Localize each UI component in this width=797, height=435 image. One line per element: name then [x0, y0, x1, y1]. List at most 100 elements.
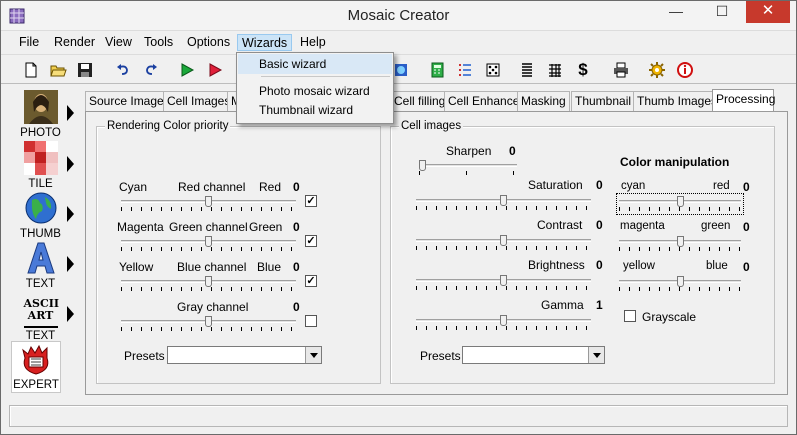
- undo-icon[interactable]: [113, 60, 133, 80]
- sidebar-label: EXPERT: [13, 379, 59, 391]
- tile-grid-icon: [23, 141, 58, 175]
- presets-label: Presets: [124, 349, 165, 363]
- row-left-label: Cyan: [119, 180, 148, 194]
- red-channel-slider[interactable]: [121, 196, 296, 212]
- row-mid-label: Green channel: [169, 220, 248, 234]
- checklist-icon[interactable]: [455, 60, 475, 80]
- cell-presets-select[interactable]: [462, 346, 605, 364]
- globe-small-icon[interactable]: [391, 60, 411, 80]
- sidebar-label: TEXT: [25, 278, 56, 290]
- sharpen-slider[interactable]: [419, 160, 517, 176]
- menu-help[interactable]: Help: [296, 34, 330, 51]
- sidebar-item-expert[interactable]: EXPERT: [11, 341, 61, 393]
- gray-channel-checkbox[interactable]: [305, 315, 317, 327]
- brightness-slider[interactable]: [416, 275, 591, 291]
- sharpen-label: Sharpen: [446, 144, 492, 158]
- menu-item-photo-mosaic-wizard[interactable]: Photo mosaic wizard: [238, 81, 392, 101]
- row-left-label: yellow: [623, 260, 655, 272]
- contrast-slider[interactable]: [416, 235, 591, 251]
- rendering-presets-select[interactable]: [167, 346, 322, 364]
- blue-channel-slider[interactable]: [121, 276, 296, 292]
- menu-item-basic-wizard[interactable]: Basic wizard: [238, 54, 392, 74]
- menu-file[interactable]: File: [15, 34, 43, 51]
- tab-cell-images[interactable]: Cell Images: [163, 91, 235, 111]
- minimize-button[interactable]: —: [662, 1, 690, 23]
- grid-icon[interactable]: [545, 60, 565, 80]
- calculator-icon[interactable]: [427, 60, 447, 80]
- menu-render[interactable]: Render: [50, 34, 99, 51]
- menu-item-thumbnail-wizard[interactable]: Thumbnail wizard: [238, 100, 392, 120]
- saturation-slider[interactable]: [416, 195, 591, 211]
- new-file-icon[interactable]: [21, 60, 41, 80]
- info-icon[interactable]: [675, 60, 695, 80]
- wizards-dropdown-menu: Basic wizard Photo mosaic wizard Thumbna…: [236, 52, 394, 124]
- dollar-icon[interactable]: $: [573, 60, 593, 80]
- status-bar: [9, 405, 788, 427]
- tab-cell-filling[interactable]: Cell filling: [390, 91, 450, 111]
- contrast-value: 0: [596, 218, 603, 232]
- expand-arrow-icon[interactable]: [67, 206, 74, 222]
- open-folder-icon[interactable]: [48, 60, 68, 80]
- maximize-button[interactable]: ☐: [708, 1, 736, 23]
- gamma-slider[interactable]: [416, 315, 591, 331]
- play-green-icon[interactable]: [177, 60, 197, 80]
- green-channel-slider[interactable]: [121, 236, 296, 252]
- printer-icon[interactable]: [611, 60, 631, 80]
- blue-channel-checkbox[interactable]: ✓: [305, 275, 317, 287]
- yellow-blue-slider[interactable]: [619, 276, 741, 292]
- magenta-green-slider[interactable]: [619, 236, 741, 252]
- dice-icon[interactable]: [483, 60, 503, 80]
- sidebar-label: PHOTO: [20, 127, 61, 139]
- row-left-label: Magenta: [117, 220, 164, 234]
- sidebar-item-text[interactable]: TEXT: [13, 241, 68, 291]
- red-channel-checkbox[interactable]: ✓: [305, 195, 317, 207]
- sidebar-item-photo[interactable]: PHOTO: [13, 90, 68, 140]
- expand-arrow-icon[interactable]: [67, 256, 74, 272]
- mona-lisa-icon: [23, 90, 58, 124]
- menu-view[interactable]: View: [101, 34, 136, 51]
- tab-cell-enhance[interactable]: Cell Enhance: [444, 91, 524, 111]
- redo-icon[interactable]: [141, 60, 161, 80]
- sidebar-label: TILE: [28, 178, 53, 190]
- tab-processing[interactable]: Processing: [712, 89, 775, 111]
- menu-tools[interactable]: Tools: [140, 34, 177, 51]
- brightness-value: 0: [596, 258, 603, 272]
- lines-icon[interactable]: [517, 60, 537, 80]
- chevron-down-icon[interactable]: [588, 347, 604, 363]
- saturation-label: Saturation: [528, 178, 583, 192]
- sidebar-item-thumb[interactable]: THUMB: [13, 191, 68, 241]
- settings-gear-icon[interactable]: [647, 60, 667, 80]
- brightness-label: Brightness: [528, 258, 585, 272]
- contrast-label: Contrast: [537, 218, 583, 232]
- menu-wizards[interactable]: Wizards: [237, 34, 293, 51]
- sidebar-label: THUMB: [20, 228, 61, 240]
- tab-masking[interactable]: Masking: [517, 91, 570, 111]
- row-value: 0: [743, 180, 750, 194]
- cyan-red-slider[interactable]: [616, 193, 744, 215]
- color-manipulation-title: Color manipulation: [620, 155, 730, 169]
- play-red-icon[interactable]: [205, 60, 225, 80]
- grayscale-label: Grayscale: [642, 310, 697, 324]
- sidebar-item-ascii-text[interactable]: ASCII ART TEXT: [13, 294, 68, 344]
- menu-separator: [261, 76, 390, 77]
- close-button[interactable]: ✕: [746, 1, 790, 23]
- menu-options[interactable]: Options: [183, 34, 234, 51]
- sharpen-value: 0: [509, 144, 516, 158]
- letter-a-icon: [26, 242, 55, 274]
- sidebar-item-tile[interactable]: TILE: [13, 141, 68, 191]
- expand-arrow-icon[interactable]: [67, 306, 74, 322]
- expand-arrow-icon[interactable]: [67, 105, 74, 121]
- green-channel-checkbox[interactable]: ✓: [305, 235, 317, 247]
- save-icon[interactable]: [75, 60, 95, 80]
- tab-thumb-images[interactable]: Thumb Images: [633, 91, 722, 111]
- tab-source-image[interactable]: Source Image: [85, 91, 168, 111]
- processing-panel: Rendering Color priority Cyan Red channe…: [85, 111, 788, 395]
- tab-strip: Source Image Cell Images M Cell filling …: [85, 89, 785, 111]
- chevron-down-icon[interactable]: [305, 347, 321, 363]
- grayscale-checkbox[interactable]: [624, 310, 636, 322]
- expand-arrow-icon[interactable]: [67, 156, 74, 172]
- row-mid-label: Blue channel: [177, 260, 247, 274]
- tab-thumbnail[interactable]: Thumbnail: [571, 91, 636, 111]
- gray-channel-slider[interactable]: [121, 316, 296, 332]
- row-left-label: magenta: [620, 220, 665, 232]
